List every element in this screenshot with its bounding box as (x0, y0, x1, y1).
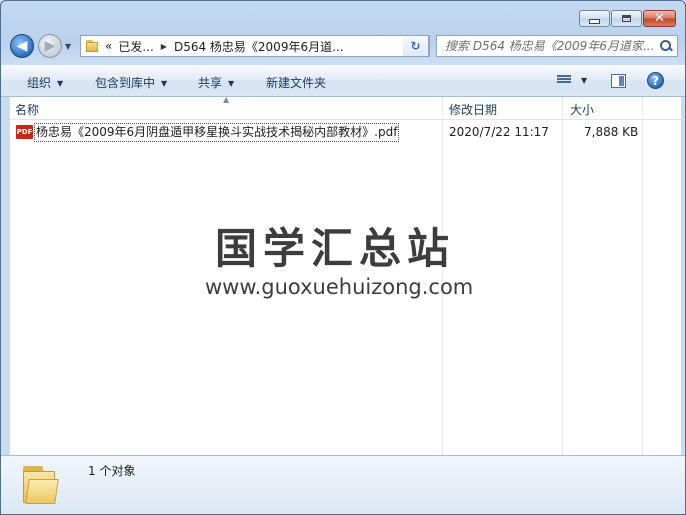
change-view-icon[interactable] (557, 75, 571, 87)
search-icon[interactable] (659, 39, 673, 53)
minimize-icon (589, 18, 600, 24)
forward-arrow-icon: ▶ (44, 38, 56, 54)
breadcrumb-separator-icon[interactable]: ▶ (161, 42, 167, 51)
caption-buttons: ✕ (579, 10, 676, 27)
search-input[interactable] (443, 38, 659, 54)
forward-button[interactable]: ▶ (38, 34, 62, 58)
column-header-size[interactable]: 大小 (570, 101, 594, 118)
watermark-url: www.guoxuehuizong.com (205, 275, 474, 299)
folder-icon (21, 464, 59, 506)
details-pane: 1 个对象 (1, 455, 685, 514)
file-date-modified: 2020/7/22 11:17 (449, 125, 549, 139)
close-icon: ✕ (654, 11, 665, 26)
chevron-down-icon: ▼ (228, 79, 235, 88)
new-folder-label: 新建文件夹 (266, 76, 327, 90)
watermark-title: 国学汇总站 (215, 224, 456, 273)
pdf-file-icon: PDF (16, 125, 33, 139)
breadcrumb-item-parent[interactable]: 已发... (118, 38, 153, 55)
breadcrumb-item-current[interactable]: D564 杨忠易《2009年6月道... (174, 38, 344, 55)
folder-icon (85, 39, 99, 53)
refresh-icon: ↻ (410, 39, 421, 53)
column-header-name[interactable]: 名称 (15, 101, 39, 118)
share-label: 共享 (198, 76, 223, 90)
back-button[interactable]: ◀ (10, 34, 34, 58)
column-divider[interactable] (642, 97, 643, 455)
help-icon[interactable]: ? (647, 72, 664, 89)
minimize-button[interactable] (579, 10, 610, 27)
include-in-library-button[interactable]: 包含到库中 ▼ (95, 74, 167, 91)
address-bar[interactable]: « 已发... ▶ D564 杨忠易《2009年6月道... ▼ (80, 35, 430, 57)
refresh-button[interactable]: ↻ (403, 35, 429, 57)
navigation-bar: ◀ ▶ ▼ « 已发... ▶ D564 杨忠易《2009年6月道... ▼ ↻ (1, 32, 685, 62)
recent-pages-dropdown-icon[interactable]: ▼ (65, 42, 71, 51)
item-count: 1 个对象 (88, 464, 136, 478)
chevron-down-icon: ▼ (161, 79, 168, 88)
column-header-row: ▲ 名称 修改日期 大小 (10, 95, 681, 120)
search-box[interactable] (436, 35, 678, 57)
include-in-library-label: 包含到库中 (95, 76, 156, 90)
maximize-icon (622, 15, 631, 22)
file-row[interactable]: PDF 杨忠易《2009年6月阴盘遁甲移星换斗实战技术揭秘内部教材》.pdf 2… (10, 123, 681, 143)
file-list[interactable]: ▲ 名称 修改日期 大小 PDF 杨忠易《2009年6月阴盘遁甲移星换斗实战技术… (10, 95, 681, 455)
close-button[interactable]: ✕ (643, 10, 676, 27)
column-header-date-modified[interactable]: 修改日期 (449, 101, 497, 118)
view-options-dropdown-icon[interactable]: ▼ (581, 76, 587, 85)
maximize-button[interactable] (611, 10, 642, 27)
file-name[interactable]: 杨忠易《2009年6月阴盘遁甲移星换斗实战技术揭秘内部教材》.pdf (34, 123, 400, 142)
command-bar: 组织 ▼ 包含到库中 ▼ 共享 ▼ 新建文件夹 ▼ ? (1, 65, 685, 97)
column-divider[interactable] (562, 97, 563, 455)
preview-pane-icon[interactable] (611, 74, 626, 88)
organize-label: 组织 (27, 76, 52, 90)
breadcrumb-overflow[interactable]: « (105, 39, 112, 53)
file-size: 7,888 KB (584, 125, 639, 139)
new-folder-button[interactable]: 新建文件夹 (266, 74, 326, 91)
back-arrow-icon: ◀ (16, 38, 28, 54)
share-button[interactable]: 共享 ▼ (198, 74, 234, 91)
chevron-down-icon: ▼ (57, 79, 64, 88)
sort-ascending-icon: ▲ (223, 95, 230, 104)
organize-button[interactable]: 组织 ▼ (27, 74, 63, 91)
explorer-window: ✕ ◀ ▶ ▼ « 已发... ▶ D564 杨忠易《2009年6月道... ▼… (0, 0, 686, 515)
